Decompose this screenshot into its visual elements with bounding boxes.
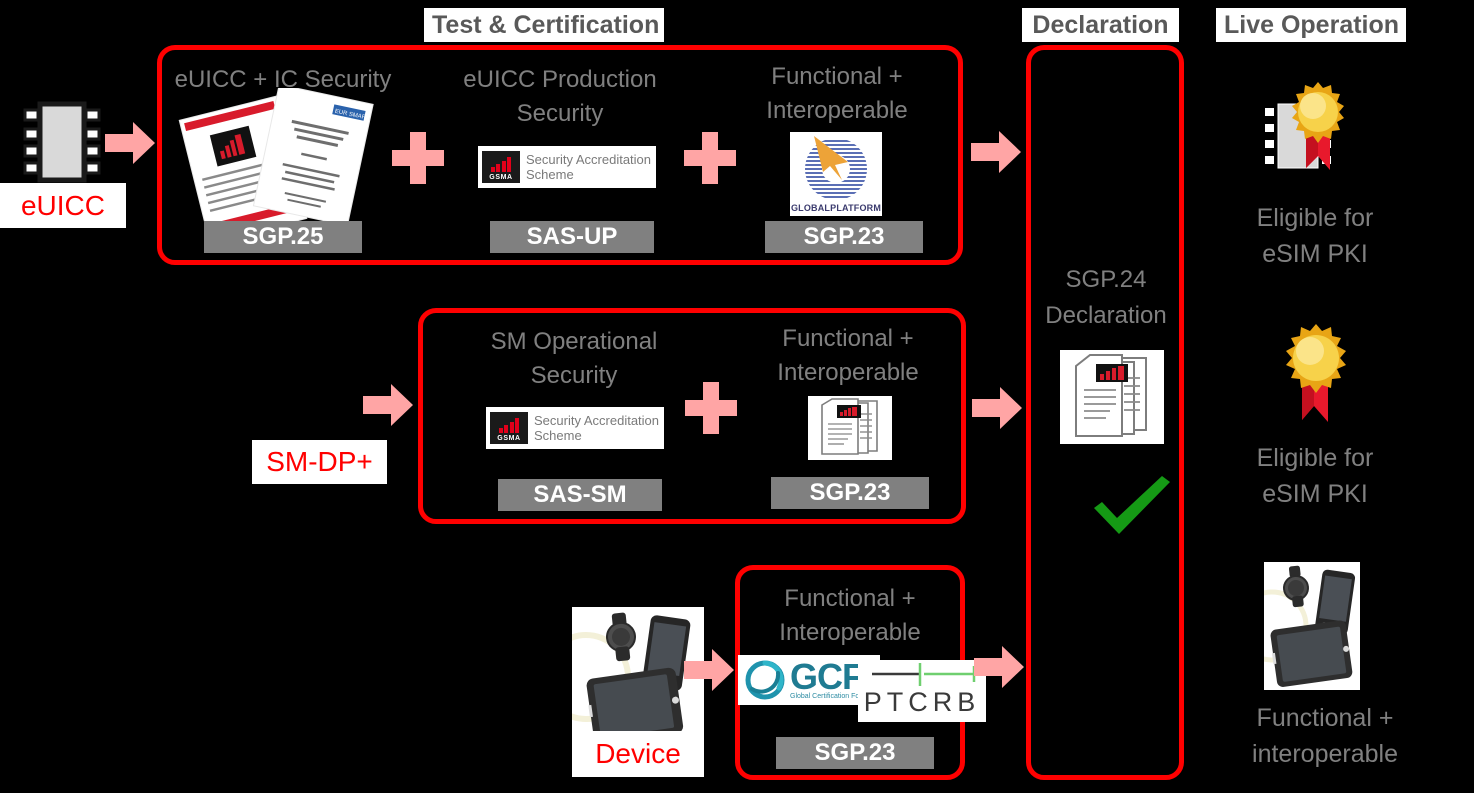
- euicc-chip-icon: [22, 100, 102, 185]
- gsma-sas-label: Security Accreditation Scheme: [526, 152, 652, 182]
- plus-icon-1: [392, 132, 444, 184]
- ptcrb-wordmark: PTCRB: [863, 687, 981, 717]
- entity-label-euicc: eUICC: [0, 183, 126, 228]
- entity-label-device: Device: [572, 731, 704, 777]
- phase-label-declaration: Declaration: [1022, 8, 1179, 42]
- entity-label-sm-dp-plus: SM-DP+: [252, 440, 387, 484]
- award-ribbon-icon: [1278, 320, 1356, 426]
- documents-icon: EUR SMART: [173, 83, 388, 244]
- spec-chip-sgp23-device: SGP.23: [776, 737, 934, 769]
- caption-functional-interoperable-device: Functional + Interoperable: [779, 585, 921, 646]
- gsma-mark-icon: GSMA: [482, 151, 520, 183]
- spec-chip-sgp25: SGP.25: [204, 221, 362, 253]
- devices-icon-live: [1264, 562, 1360, 690]
- arrow-device-to-declaration: [974, 642, 1024, 692]
- ptcrb-logo: PTCRB: [858, 660, 986, 722]
- spec-chip-sgp23-smdp: SGP.23: [771, 477, 929, 509]
- gsma-sas-logo-smdp: GSMA Security Accreditation Scheme: [486, 407, 664, 449]
- plus-icon-2: [684, 132, 736, 184]
- spec-chip-sas-sm: SAS-SM: [498, 479, 662, 511]
- caption-functional-interoperable-euicc: Functional + Interoperable: [766, 63, 908, 124]
- caption-sm-operational-security: SM Operational Security: [490, 328, 658, 389]
- document-stack-icon-declaration: [1060, 350, 1164, 444]
- phase-label-test-certification: Test & Certification: [424, 8, 664, 42]
- live-operation-label-3: Functional + interoperable: [1252, 704, 1398, 768]
- gsma-brand-text: GSMA: [489, 174, 513, 181]
- spec-chip-sgp23-euicc: SGP.23: [765, 221, 923, 253]
- gsma-mark-icon-smdp: GSMA: [490, 412, 528, 444]
- caption-functional-interoperable-smdp: Functional + Interoperable: [777, 325, 919, 386]
- green-check-icon: [1086, 470, 1176, 540]
- arrow-euicc-to-test: [105, 118, 155, 168]
- live-operation-label-2: Eligible for eSIM PKI: [1256, 444, 1374, 508]
- document-stack-icon-smdp: [808, 396, 892, 460]
- spec-chip-sas-up: SAS-UP: [490, 221, 654, 253]
- gsma-brand-text-smdp: GSMA: [497, 435, 521, 442]
- gcf-swirl-icon: [745, 660, 785, 700]
- award-euicc-icon: [1260, 70, 1370, 190]
- globalplatform-logo: GLOBALPLATFORM: [790, 132, 882, 216]
- globalplatform-name: GLOBALPLATFORM: [790, 203, 882, 213]
- gsma-sas-logo: GSMA Security Accreditation Scheme: [478, 146, 656, 188]
- caption-euicc-production-security: eUICC Production Security: [463, 66, 657, 127]
- diagram-canvas: Test & Certification Declaration Live Op…: [0, 0, 1474, 793]
- plus-icon-3: [685, 382, 737, 434]
- arrow-euicc-to-declaration: [971, 127, 1021, 177]
- phase-label-live-operation: Live Operation: [1216, 8, 1406, 42]
- ptcrb-mark-icon: [872, 663, 976, 686]
- live-operation-label-1: Eligible for eSIM PKI: [1256, 204, 1374, 268]
- arrow-smdp-to-test: [363, 380, 413, 430]
- arrow-smdp-to-declaration: [972, 383, 1022, 433]
- arrow-device-to-test: [684, 645, 734, 695]
- declaration-title: SGP.24 Declaration: [1045, 266, 1167, 329]
- gsma-sas-label-smdp: Security Accreditation Scheme: [534, 413, 660, 443]
